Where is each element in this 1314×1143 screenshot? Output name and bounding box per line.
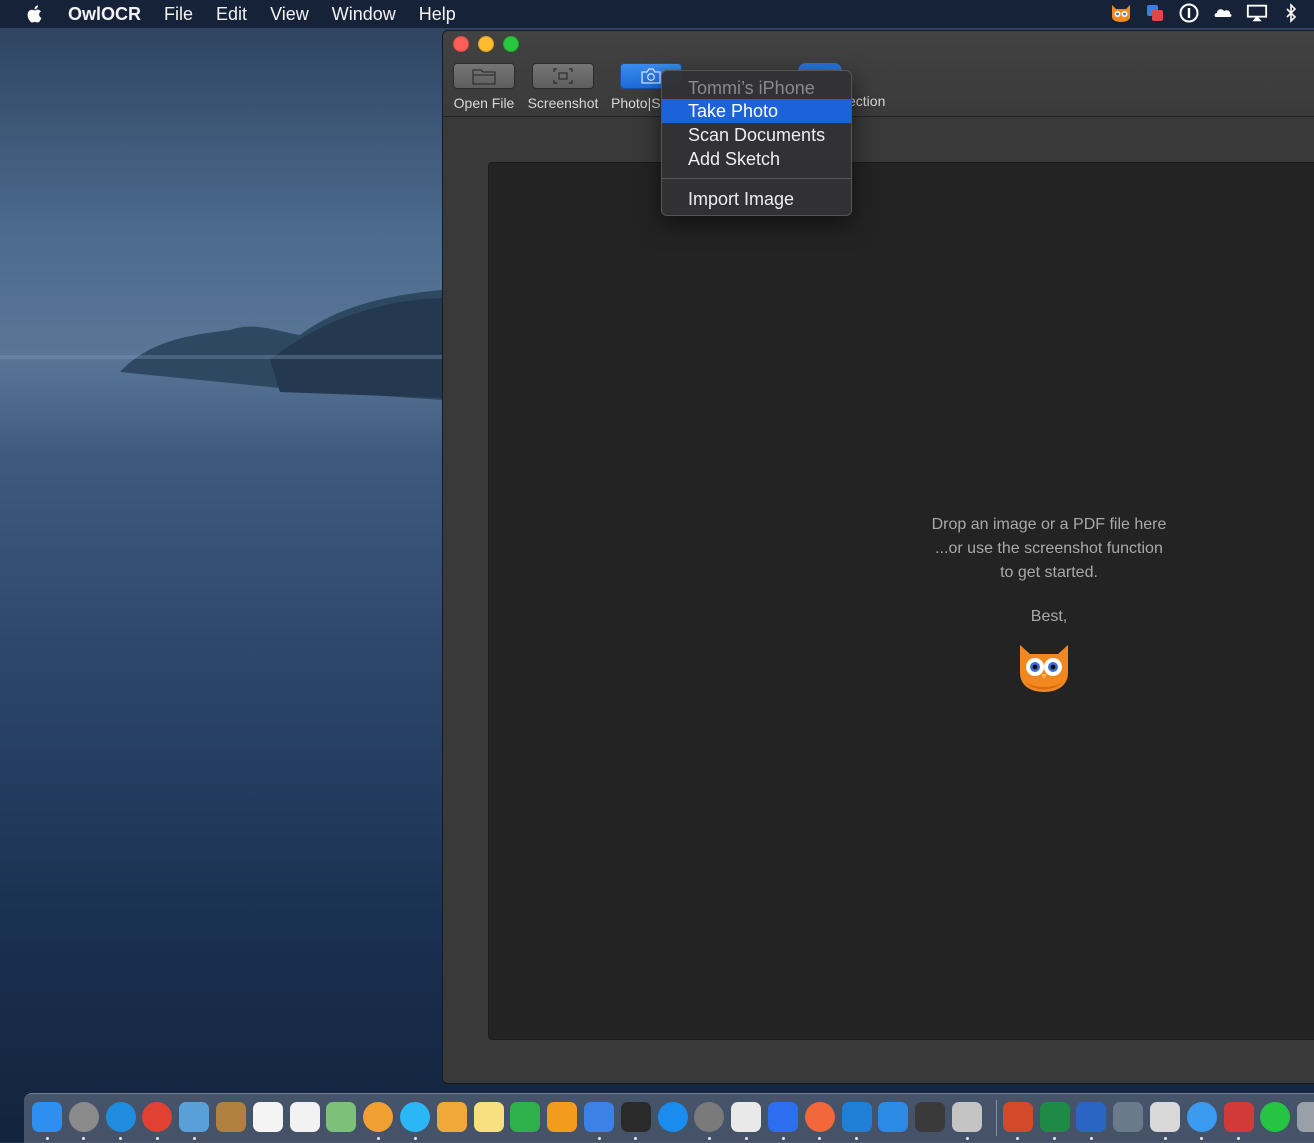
- dock-running-indicator: [597, 1137, 601, 1140]
- dock: [24, 1093, 1314, 1143]
- dock-running-indicator: [1163, 1137, 1167, 1140]
- security-icon[interactable]: [1113, 1102, 1144, 1132]
- menu-window[interactable]: Window: [332, 4, 396, 25]
- dock-running-indicator: [155, 1137, 159, 1140]
- trash-icon[interactable]: [1297, 1102, 1314, 1132]
- detection-label: ection: [848, 93, 886, 109]
- calendar-icon[interactable]: [252, 1102, 283, 1132]
- terminal-icon[interactable]: [620, 1102, 651, 1132]
- things-icon[interactable]: [1186, 1102, 1217, 1132]
- drop-instructions-line1: Drop an image or a PDF file here: [931, 516, 1167, 533]
- word-icon[interactable]: [1076, 1102, 1107, 1132]
- keynote-icon[interactable]: [584, 1102, 614, 1132]
- powerpoint-icon[interactable]: [1002, 1102, 1033, 1132]
- dock-running-indicator: [192, 1137, 196, 1140]
- dock-running-indicator: [119, 1137, 123, 1140]
- menu-add-sketch[interactable]: Add Sketch: [662, 147, 851, 171]
- maps-icon[interactable]: [326, 1102, 357, 1132]
- finder-icon[interactable]: [32, 1102, 62, 1132]
- apple-menu-icon[interactable]: [24, 3, 46, 25]
- menu-take-photo[interactable]: Take Photo: [662, 99, 851, 123]
- dock-running-indicator: [634, 1137, 638, 1140]
- books-icon[interactable]: [547, 1102, 578, 1132]
- dock-running-indicator: [818, 1137, 822, 1140]
- notefile-icon[interactable]: [216, 1102, 246, 1132]
- menu-bar: OwlOCR File Edit View Window Help: [0, 0, 1314, 28]
- dock-running-indicator: [1053, 1137, 1057, 1140]
- safari-icon[interactable]: [105, 1102, 136, 1132]
- drop-instructions-line2: ...or use the screenshot function: [935, 540, 1163, 557]
- screenshot-icon: [532, 63, 594, 89]
- messages-icon[interactable]: [400, 1102, 430, 1132]
- activity-monitor-icon[interactable]: [915, 1102, 946, 1132]
- swift-playgrounds-icon[interactable]: [804, 1102, 835, 1132]
- onedrive-icon[interactable]: [1212, 2, 1234, 24]
- screenshot-label: Screenshot: [527, 95, 599, 111]
- signal-icon[interactable]: [768, 1102, 798, 1132]
- chrome-icon[interactable]: [142, 1102, 173, 1132]
- bbedit-icon[interactable]: [1150, 1102, 1180, 1132]
- folder-icon: [453, 63, 515, 89]
- reminders-icon[interactable]: [289, 1102, 320, 1132]
- system-preferences-icon[interactable]: [694, 1102, 725, 1132]
- photo-scan-label: Photo|S: [611, 95, 661, 111]
- drop-instructions: Drop an image or a PDF file here ...or u…: [919, 513, 1179, 585]
- screen-share-icon[interactable]: [1144, 2, 1166, 24]
- menu-view[interactable]: View: [270, 4, 309, 25]
- menu-edit[interactable]: Edit: [216, 4, 247, 25]
- dock-running-indicator: [45, 1137, 49, 1140]
- notes-icon[interactable]: [473, 1102, 504, 1132]
- menu-separator: [662, 178, 851, 179]
- photos-icon[interactable]: [363, 1102, 394, 1132]
- menu-app-name[interactable]: OwlOCR: [68, 4, 141, 25]
- dock-running-indicator: [1016, 1137, 1020, 1140]
- archive-utility-icon[interactable]: [952, 1102, 982, 1132]
- launchpad-icon[interactable]: [68, 1102, 99, 1132]
- dock-running-indicator: [1200, 1137, 1204, 1140]
- open-file-button[interactable]: Open File: [451, 63, 517, 111]
- drop-zone[interactable]: Drop an image or a PDF file here ...or u…: [488, 162, 1314, 1040]
- dock-running-indicator: [82, 1137, 86, 1140]
- slack-icon[interactable]: [731, 1102, 762, 1132]
- owl-status-icon[interactable]: [1110, 2, 1132, 24]
- excel-icon[interactable]: [1039, 1102, 1070, 1132]
- vscode-icon[interactable]: [841, 1102, 872, 1132]
- screens-icon[interactable]: [1223, 1102, 1254, 1132]
- dock-running-indicator: [855, 1137, 859, 1140]
- dock-running-indicator: [965, 1137, 969, 1140]
- app-store-icon[interactable]: [657, 1102, 688, 1132]
- menu-file[interactable]: File: [164, 4, 193, 25]
- pages-icon[interactable]: [436, 1102, 467, 1132]
- menu-scan-documents[interactable]: Scan Documents: [662, 123, 851, 147]
- owl-logo-icon: [1020, 645, 1068, 692]
- numbers-icon[interactable]: [510, 1102, 541, 1132]
- menu-help[interactable]: Help: [419, 4, 456, 25]
- dock-running-indicator: [413, 1137, 417, 1140]
- screenshot-button[interactable]: Screenshot: [525, 63, 601, 111]
- dock-running-indicator: [1237, 1137, 1241, 1140]
- preview-icon[interactable]: [179, 1102, 210, 1132]
- dock-running-indicator: [376, 1137, 380, 1140]
- window-close-button[interactable]: [453, 36, 469, 52]
- dock-running-indicator: [781, 1137, 785, 1140]
- dock-running-indicator: [744, 1137, 748, 1140]
- whatsapp-icon[interactable]: [1260, 1102, 1291, 1132]
- password-icon[interactable]: [1178, 2, 1200, 24]
- window-zoom-button[interactable]: [503, 36, 519, 52]
- dock-running-indicator: [707, 1137, 711, 1140]
- dock-running-indicator: [1089, 1137, 1093, 1140]
- toolbar: Open File Screenshot Photo|S ection: [443, 31, 1314, 117]
- bluetooth-icon[interactable]: [1280, 2, 1302, 24]
- airplay-icon[interactable]: [1246, 2, 1268, 24]
- signoff-text: Best,: [1030, 608, 1068, 625]
- owlocr-window: Open File Screenshot Photo|S ection Drop…: [442, 30, 1314, 1084]
- window-minimize-button[interactable]: [478, 36, 494, 52]
- drop-instructions-line3: to get started.: [1000, 564, 1098, 581]
- xcode-icon[interactable]: [878, 1102, 909, 1132]
- dock-separator: [996, 1100, 997, 1136]
- menu-import-image[interactable]: Import Image: [662, 187, 851, 211]
- photo-scan-dropdown: Tommi’s iPhone Take Photo Scan Documents…: [661, 70, 852, 216]
- menu-device-header: Tommi’s iPhone: [688, 78, 815, 98]
- open-file-label: Open File: [453, 95, 515, 111]
